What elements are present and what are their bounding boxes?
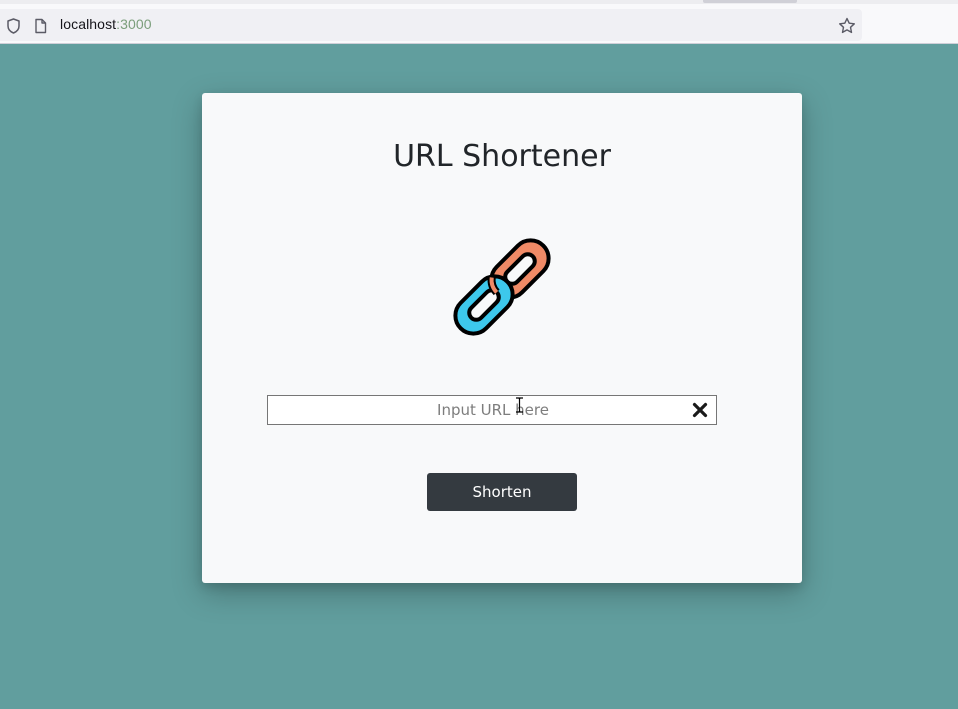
tab-indicator xyxy=(703,0,797,3)
browser-toolbar: localhost:3000 xyxy=(0,0,958,44)
url-input[interactable] xyxy=(268,396,688,424)
shield-icon[interactable] xyxy=(6,18,21,38)
shortener-card: URL Shortener Shorten xyxy=(202,93,802,583)
url-text[interactable]: localhost:3000 xyxy=(60,16,152,32)
page-icon xyxy=(34,18,47,38)
chain-link-icon xyxy=(453,238,551,336)
url-input-wrapper[interactable] xyxy=(267,395,717,425)
page-title: URL Shortener xyxy=(393,139,611,174)
bookmark-star-icon[interactable] xyxy=(838,17,856,39)
address-bar[interactable]: localhost:3000 xyxy=(0,9,862,41)
text-cursor-icon xyxy=(516,397,523,413)
url-host: localhost xyxy=(60,16,117,32)
close-icon[interactable] xyxy=(692,402,708,418)
shorten-button[interactable]: Shorten xyxy=(427,473,577,511)
url-port: :3000 xyxy=(116,16,152,32)
